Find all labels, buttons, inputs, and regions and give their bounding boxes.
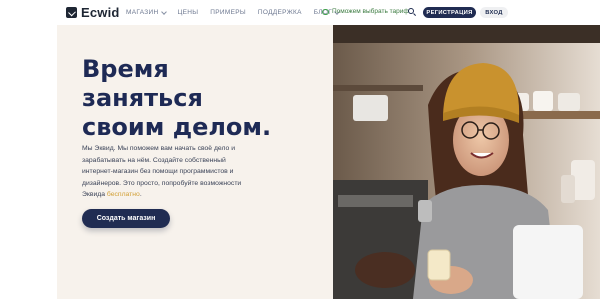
barista-photo-illustration <box>333 25 600 299</box>
nav-item-label: ПОДДЕРЖКА <box>257 9 302 16</box>
register-button[interactable]: РЕГИСТРАЦИЯ <box>423 7 476 18</box>
hero-headline-line: заняться <box>82 84 203 112</box>
free-trial-link[interactable]: бесплатно <box>107 191 140 198</box>
nav-item-store[interactable]: МАГАЗИН <box>126 8 167 16</box>
ecwid-logo[interactable]: Ecwid <box>66 5 120 20</box>
hero-description-text: Мы Эквид. Мы поможем вам начать своё дел… <box>82 145 242 199</box>
pricing-help-label: Поможем выбрать тариф <box>332 8 409 15</box>
hero-photo <box>333 25 600 299</box>
hero-description-end: . <box>139 191 142 199</box>
nav-item-label: ПРИМЕРЫ <box>210 9 246 16</box>
ecwid-logo-icon <box>66 7 77 18</box>
search-icon[interactable] <box>408 8 417 17</box>
hero-description: Мы Эквид. Мы поможем вам начать своё дел… <box>82 143 254 201</box>
hero-headline-line: своим делом. <box>82 113 272 141</box>
create-store-button[interactable]: Создать магазин <box>82 209 170 228</box>
login-button[interactable]: ВХОД <box>480 7 508 18</box>
chevron-down-icon <box>160 8 167 15</box>
pricing-help-link[interactable]: Поможем выбрать тариф <box>322 8 409 15</box>
hero-headline-line: Время <box>82 55 169 83</box>
hero-headline: Время заняться своим делом. <box>82 55 322 142</box>
chat-icon <box>322 8 329 15</box>
nav-item-label: МАГАЗИН <box>126 9 159 16</box>
nav-item-support[interactable]: ПОДДЕРЖКА <box>258 9 302 16</box>
top-navigation: Ecwid МАГАЗИН ЦЕНЫ ПРИМЕРЫ ПОДДЕРЖКА БЛО… <box>0 0 600 25</box>
main-nav: МАГАЗИН ЦЕНЫ ПРИМЕРЫ ПОДДЕРЖКА БЛОГ <box>126 8 340 16</box>
nav-item-prices[interactable]: ЦЕНЫ <box>178 9 199 16</box>
brand-name: Ecwid <box>81 5 120 20</box>
nav-item-examples[interactable]: ПРИМЕРЫ <box>210 9 246 16</box>
nav-item-label: ЦЕНЫ <box>177 9 199 16</box>
